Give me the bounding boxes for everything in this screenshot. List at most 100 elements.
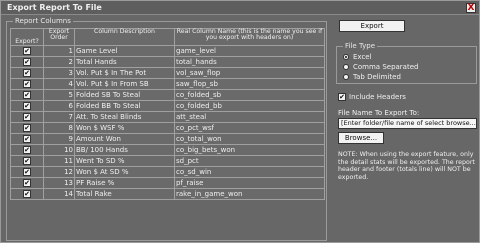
export-checkbox[interactable]: ✔ xyxy=(23,58,31,66)
table-row[interactable]: ✔ 7 Att. To Steal Blinds att_steal xyxy=(10,111,325,123)
column-description-cell[interactable]: Folded BB To Steal xyxy=(74,100,175,112)
export-checkbox[interactable]: ✔ xyxy=(23,91,31,99)
file-type-label: File Type xyxy=(343,42,378,50)
export-cell: ✔ xyxy=(10,188,44,200)
radio-comma-separated[interactable]: Comma Separated xyxy=(343,63,418,72)
export-cell: ✔ xyxy=(10,56,44,68)
export-cell: ✔ xyxy=(10,155,44,167)
include-headers-label: Include Headers xyxy=(349,93,406,101)
export-checkbox[interactable]: ✔ xyxy=(23,69,31,77)
close-button[interactable]: X xyxy=(466,3,476,13)
window-title: Export Report To File xyxy=(7,3,102,12)
export-cell: ✔ xyxy=(10,133,44,145)
title-bar[interactable]: Export Report To File X xyxy=(1,1,479,15)
export-checkbox[interactable]: ✔ xyxy=(23,113,31,121)
table-row[interactable]: ✔ 13 PF Raise % pf_raise xyxy=(10,177,325,189)
export-order-cell[interactable]: 3 xyxy=(43,67,75,79)
real-column-name-cell[interactable]: att_steal xyxy=(174,111,325,123)
file-name-input[interactable]: [Enter folder/file name of select browse… xyxy=(338,118,477,129)
real-column-name-cell[interactable]: co_folded_sb xyxy=(174,89,325,101)
browse-button[interactable]: Browse... xyxy=(338,132,384,144)
export-order-cell[interactable]: 5 xyxy=(43,89,75,101)
table-row[interactable]: ✔ 1 Game Level game_level xyxy=(10,45,325,57)
export-cell: ✔ xyxy=(10,67,44,79)
real-column-name-cell[interactable]: co_pct_wsf xyxy=(174,122,325,134)
header-export-order[interactable]: Export Order xyxy=(43,28,75,46)
real-column-name-cell[interactable]: co_sd_win xyxy=(174,166,325,178)
include-headers-check-box[interactable]: ✔ xyxy=(338,93,346,101)
export-order-cell[interactable]: 7 xyxy=(43,111,75,123)
table-row[interactable]: ✔ 14 Total Rake rake_in_game_won xyxy=(10,188,325,200)
export-order-cell[interactable]: 4 xyxy=(43,78,75,90)
real-column-name-cell[interactable]: total_hands xyxy=(174,56,325,68)
column-description-cell[interactable]: Folded SB To Steal xyxy=(74,89,175,101)
real-column-name-cell[interactable]: co_big_bets_won xyxy=(174,144,325,156)
real-column-name-cell[interactable]: vol_saw_flop xyxy=(174,67,325,79)
export-order-cell[interactable]: 8 xyxy=(43,122,75,134)
export-checkbox[interactable]: ✔ xyxy=(23,179,31,187)
real-column-name-cell[interactable]: sd_pct xyxy=(174,155,325,167)
table-row[interactable]: ✔ 10 BB/ 100 Hands co_big_bets_won xyxy=(10,144,325,156)
column-description-cell[interactable]: PF Raise % xyxy=(74,177,175,189)
header-export[interactable]: Export? xyxy=(10,28,44,46)
export-checkbox[interactable]: ✔ xyxy=(23,80,31,88)
column-description-cell[interactable]: Vol. Put $ In From SB xyxy=(74,78,175,90)
export-cell: ✔ xyxy=(10,45,44,57)
real-column-name-cell[interactable]: co_folded_bb xyxy=(174,100,325,112)
column-description-cell[interactable]: Won $ WSF % xyxy=(74,122,175,134)
table-row[interactable]: ✔ 12 Won $ At SD % co_sd_win xyxy=(10,166,325,178)
export-order-cell[interactable]: 9 xyxy=(43,133,75,145)
export-order-cell[interactable]: 2 xyxy=(43,56,75,68)
radio-tab-delimited[interactable]: Tab Delimited xyxy=(343,73,401,82)
export-order-cell[interactable]: 12 xyxy=(43,166,75,178)
table-row[interactable]: ✔ 2 Total Hands total_hands xyxy=(10,56,325,68)
column-description-cell[interactable]: Amount Won xyxy=(74,133,175,145)
radio-button-tab-delimited[interactable] xyxy=(343,74,349,80)
radio-label-comma-separated: Comma Separated xyxy=(353,63,419,71)
table-row[interactable]: ✔ 8 Won $ WSF % co_pct_wsf xyxy=(10,122,325,134)
real-column-name-cell[interactable]: rake_in_game_won xyxy=(174,188,325,200)
column-description-cell[interactable]: Went To SD % xyxy=(74,155,175,167)
table-row[interactable]: ✔ 6 Folded BB To Steal co_folded_bb xyxy=(10,100,325,112)
export-order-cell[interactable]: 13 xyxy=(43,177,75,189)
column-description-cell[interactable]: Vol. Put $ In The Pot xyxy=(74,67,175,79)
export-order-cell[interactable]: 10 xyxy=(43,144,75,156)
radio-button-comma-separated[interactable] xyxy=(343,64,349,70)
export-checkbox[interactable]: ✔ xyxy=(23,146,31,154)
column-description-cell[interactable]: Game Level xyxy=(74,45,175,57)
table-row[interactable]: ✔ 9 Amount Won co_total_won xyxy=(10,133,325,145)
export-checkbox[interactable]: ✔ xyxy=(23,47,31,55)
column-description-cell[interactable]: BB/ 100 Hands xyxy=(74,144,175,156)
column-description-cell[interactable]: Total Rake xyxy=(74,188,175,200)
export-order-cell[interactable]: 1 xyxy=(43,45,75,57)
file-type-group: File Type Excel Comma Separated Tab Deli… xyxy=(336,42,477,84)
header-column-description[interactable]: Column Description xyxy=(74,28,175,46)
radio-excel[interactable]: Excel xyxy=(343,53,372,62)
column-description-cell[interactable]: Won $ At SD % xyxy=(74,166,175,178)
column-description-cell[interactable]: Total Hands xyxy=(74,56,175,68)
real-column-name-cell[interactable]: game_level xyxy=(174,45,325,57)
real-column-name-cell[interactable]: saw_flop_sb xyxy=(174,78,325,90)
export-checkbox[interactable]: ✔ xyxy=(23,190,31,198)
table-row[interactable]: ✔ 3 Vol. Put $ In The Pot vol_saw_flop xyxy=(10,67,325,79)
export-cell: ✔ xyxy=(10,166,44,178)
export-cell: ✔ xyxy=(10,177,44,189)
export-checkbox[interactable]: ✔ xyxy=(23,168,31,176)
export-checkbox[interactable]: ✔ xyxy=(23,135,31,143)
export-order-cell[interactable]: 6 xyxy=(43,100,75,112)
table-row[interactable]: ✔ 11 Went To SD % sd_pct xyxy=(10,155,325,167)
include-headers-checkbox[interactable]: ✔ Include Headers xyxy=(338,93,406,101)
export-checkbox[interactable]: ✔ xyxy=(23,157,31,165)
export-order-cell[interactable]: 11 xyxy=(43,155,75,167)
real-column-name-cell[interactable]: co_total_won xyxy=(174,133,325,145)
export-checkbox[interactable]: ✔ xyxy=(23,102,31,110)
radio-button-excel[interactable] xyxy=(343,54,349,60)
column-description-cell[interactable]: Att. To Steal Blinds xyxy=(74,111,175,123)
table-row[interactable]: ✔ 4 Vol. Put $ In From SB saw_flop_sb xyxy=(10,78,325,90)
export-checkbox[interactable]: ✔ xyxy=(23,124,31,132)
real-column-name-cell[interactable]: pf_raise xyxy=(174,177,325,189)
export-button[interactable]: Export xyxy=(339,20,405,32)
table-row[interactable]: ✔ 5 Folded SB To Steal co_folded_sb xyxy=(10,89,325,101)
export-order-cell[interactable]: 14 xyxy=(43,188,75,200)
header-real-column-name[interactable]: Real Column Name (this is the name you s… xyxy=(174,28,325,46)
